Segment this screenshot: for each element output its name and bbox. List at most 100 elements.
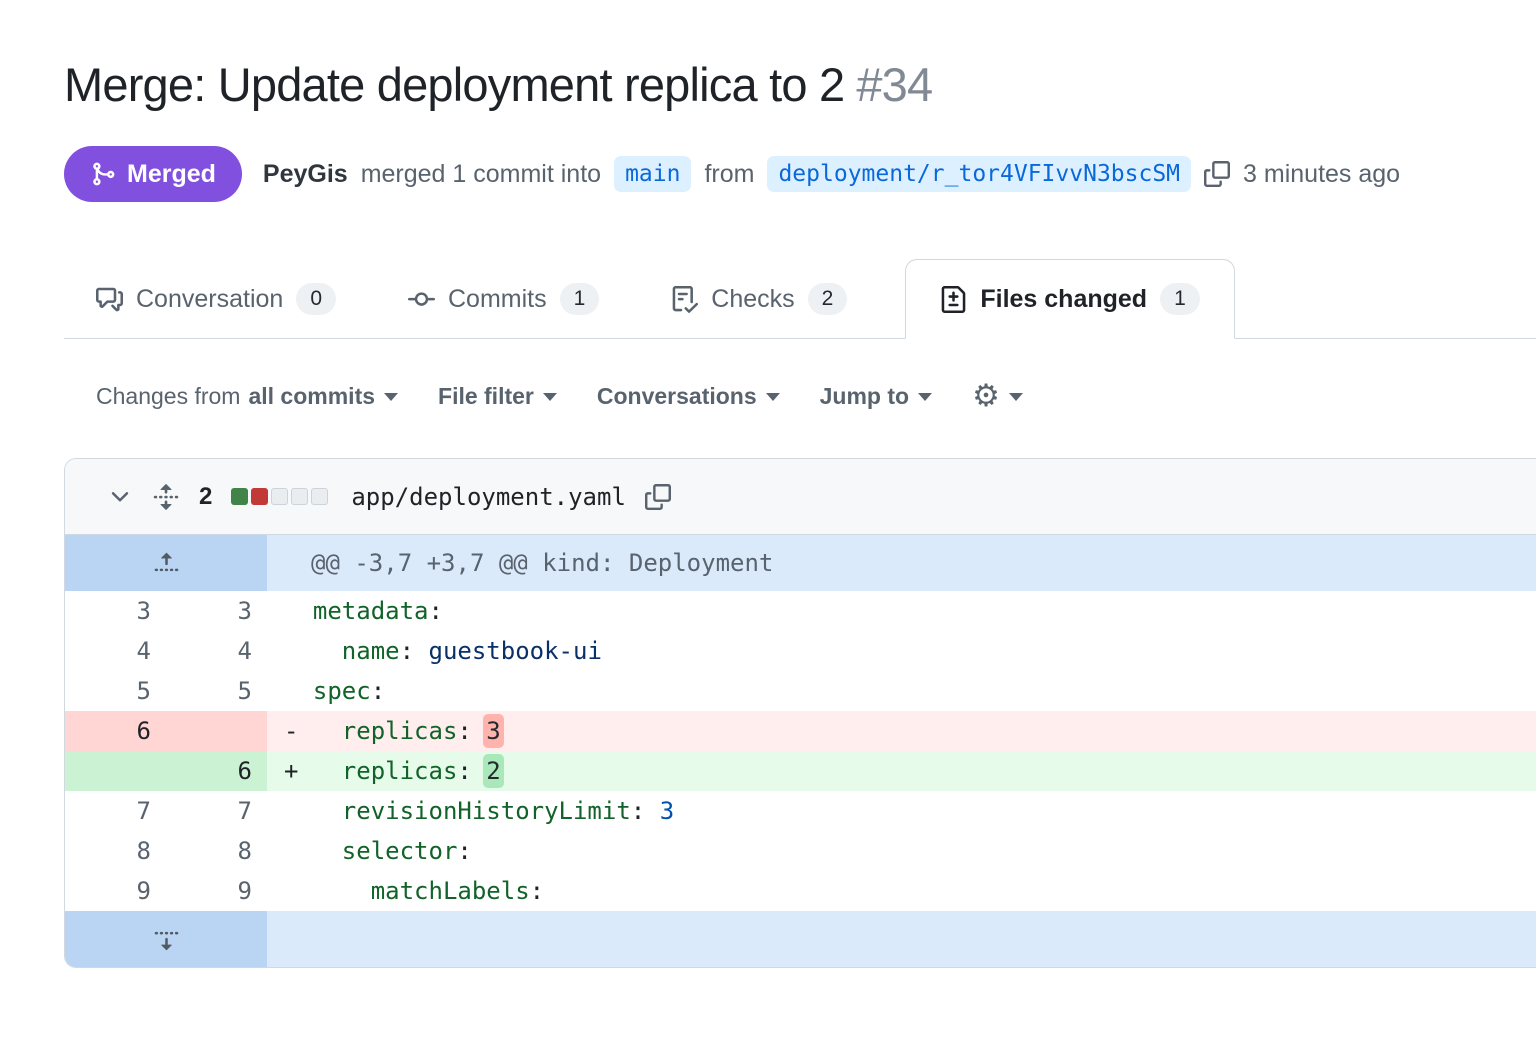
code-token: : [530,877,544,905]
code-token [284,797,342,825]
file-name[interactable]: app/deployment.yaml [351,483,626,511]
code-token [284,837,342,865]
diff-row-context: 55 spec: [65,671,1536,711]
diff-line-gutter: 88 [65,831,267,871]
code-token: replicas [342,757,458,785]
code-token: spec [313,677,371,705]
diffstat-square-neutral [291,488,308,505]
diff-line-code[interactable]: - replicas: 3 [267,711,1536,751]
conversations-dropdown[interactable]: Conversations [597,383,780,410]
file-filter-dropdown[interactable]: File filter [438,383,557,410]
tab-conversation[interactable]: Conversation0 [82,260,350,338]
diff-line-gutter: 6 [65,711,267,751]
base-branch-label[interactable]: main [614,156,691,192]
code-token: revisionHistoryLimit [342,797,631,825]
code-token: : [457,837,471,865]
new-line-number[interactable]: 6 [166,751,267,791]
expand-hunk-up-button[interactable] [65,535,267,591]
tab-label: Files changed [980,285,1147,314]
copy-branch-button[interactable] [1204,161,1230,187]
code-token: : [429,597,443,625]
pr-tabs: Conversation0 Commits1 Checks2 Files change… [64,258,1536,339]
old-line-number[interactable]: 7 [65,791,166,831]
hunk-header-row: @@ -3,7 +3,7 @@ kind: Deployment [65,535,1536,591]
code-token: : [457,717,486,745]
tab-files-changed[interactable]: Files changed 1 [905,259,1234,339]
pr-meta-row: Merged PeyGis merged 1 commit into main … [64,146,1536,202]
code-token: - [284,717,342,745]
diffstat-square-neutral [271,488,288,505]
old-line-number[interactable]: 5 [65,671,166,711]
dropdown-prefix: Changes from [96,383,240,410]
diff-row-context: 88 selector: [65,831,1536,871]
old-line-number[interactable]: 8 [65,831,166,871]
diff-settings-button[interactable]: ⚙ [972,381,1023,412]
code-token [284,637,342,665]
new-line-number[interactable]: 8 [166,831,267,871]
unfold-file-icon[interactable] [152,483,180,511]
diff-line-code[interactable]: matchLabels: [267,871,1536,911]
pr-title-text: Merge: Update deployment replica to 2 [64,58,844,111]
diff-line-code[interactable]: metadata: [267,591,1536,631]
code-token: guestbook-ui [429,637,602,665]
code-token: : [371,677,385,705]
diff-line-code[interactable]: revisionHistoryLimit: 3 [267,791,1536,831]
pr-number: #34 [856,58,932,111]
file-diff-icon [940,286,967,313]
new-line-number[interactable]: 7 [166,791,267,831]
old-line-number[interactable]: 4 [65,631,166,671]
diff-row-context: 99 matchLabels: [65,871,1536,911]
gear-icon: ⚙ [972,381,1000,412]
old-line-number[interactable]: 9 [65,871,166,911]
toolbar-dropdowns: Changes fromall commits File filter Conver… [96,383,932,410]
diffstat-square-deletion [251,488,268,505]
diff-table: @@ -3,7 +3,7 @@ kind: Deployment 33 meta… [65,535,1536,967]
tab-commits[interactable]: Commits1 [394,260,613,338]
diff-row-add: 6+ replicas: 2 [65,751,1536,791]
diff-line-gutter: 77 [65,791,267,831]
all-commits-dropdown[interactable]: Changes fromall commits [96,383,398,410]
expand-hunk-down-button[interactable] [65,911,267,967]
new-line-number[interactable]: 4 [166,631,267,671]
jump-to-dropdown[interactable]: Jump to [820,383,932,410]
merged-status-badge: Merged [64,146,242,202]
file-changes-count: 2 [199,483,212,511]
diff-rows: 33 metadata:44 name: guestbook-ui55 spec… [65,591,1536,911]
copy-file-path-button[interactable] [645,484,671,510]
tab-checks[interactable]: Checks2 [657,260,861,338]
new-line-number[interactable]: 3 [166,591,267,631]
old-line-number[interactable]: 3 [65,591,166,631]
author-link[interactable]: PeyGis [263,160,348,189]
diffstat-square-addition [231,488,248,505]
code-token: + [284,757,342,785]
page-title: Merge: Update deployment replica to 2#34 [64,56,1472,114]
head-branch-label[interactable]: deployment/r_tor4VFIvvN3bscSM [767,156,1191,192]
merge-timestamp: 3 minutes ago [1243,160,1400,189]
merge-action-text: merged 1 commit into [361,160,601,189]
tab-counter: 1 [1160,283,1200,314]
diff-line-gutter: 33 [65,591,267,631]
code-token [284,877,371,905]
caret-down-icon [543,393,557,401]
diff-line-code[interactable]: name: guestbook-ui [267,631,1536,671]
new-line-number[interactable]: 9 [166,871,267,911]
code-token: 3 [483,714,503,748]
expand-row-body [267,911,1536,967]
checklist-icon [671,286,698,313]
code-token: : [457,757,486,785]
diff-line-code[interactable]: + replicas: 2 [267,751,1536,791]
code-token: 2 [483,754,503,788]
diff-line-code[interactable]: spec: [267,671,1536,711]
merged-status-label: Merged [127,160,216,189]
diff-line-gutter: 99 [65,871,267,911]
new-line-number[interactable]: 5 [166,671,267,711]
collapse-file-chevron-icon[interactable] [107,484,133,510]
new-line-number[interactable] [166,711,267,751]
old-line-number[interactable]: 6 [65,711,166,751]
expand-down-row [65,911,1536,967]
git-commit-icon [408,286,435,313]
dropdown-label: Jump to [820,383,909,410]
diffstat-squares [231,488,328,505]
diff-line-code[interactable]: selector: [267,831,1536,871]
old-line-number[interactable] [65,751,166,791]
